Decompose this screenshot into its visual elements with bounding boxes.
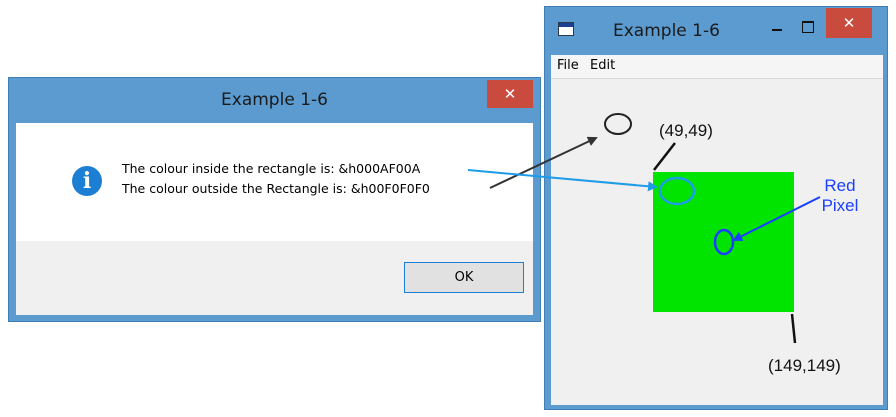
- red-pixel-label-line2: Pixel: [821, 196, 859, 215]
- red-pixel-label-line1: Red: [824, 176, 856, 195]
- outside-sample-circle: [604, 113, 632, 135]
- top-left-coord-label: (49,49): [659, 121, 713, 140]
- red-pixel-label: Red Pixel: [812, 176, 868, 216]
- red-pixel-arrow: [732, 196, 821, 241]
- bottom-right-coord-label: (149,149): [768, 356, 841, 375]
- inside-sample-circle: [658, 176, 696, 206]
- red-pixel-circle: [713, 228, 735, 256]
- top-left-leader: [653, 142, 676, 171]
- bottom-right-leader: [790, 313, 797, 344]
- annotation-overlay: [467, 113, 821, 344]
